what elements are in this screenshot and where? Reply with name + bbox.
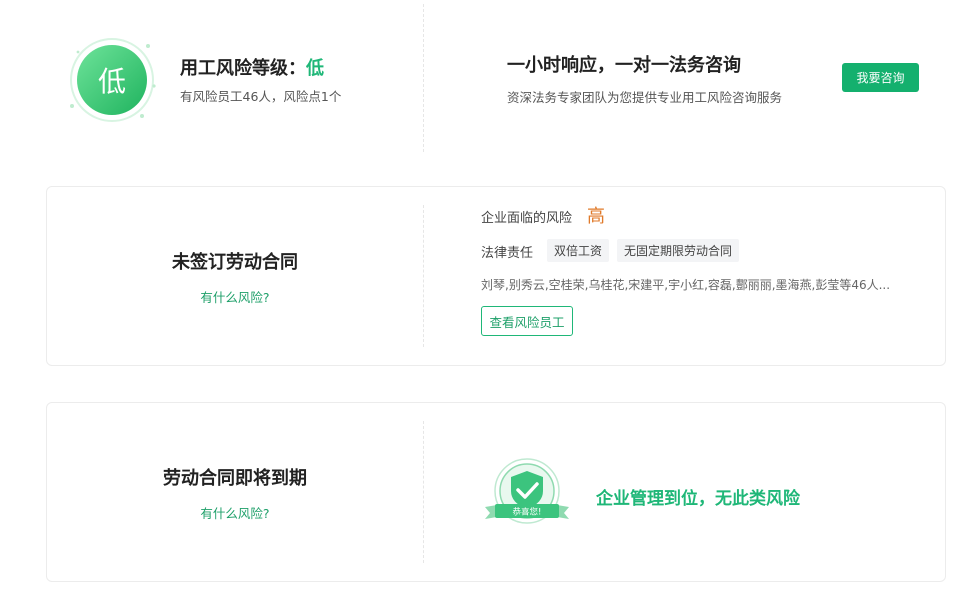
risk-level-badge: 低 — [62, 34, 162, 130]
consult-button[interactable]: 我要咨询 — [842, 63, 919, 92]
what-risk-link[interactable]: 有什么风险? — [47, 503, 423, 522]
risk-face-value: 高 — [587, 206, 605, 227]
risk-card-contract-expiring: 劳动合同即将到期 有什么风险? 恭喜您! 企业管理到位，无此类风险 — [46, 402, 946, 582]
risk-card-unsigned-contract: 未签订劳动合同 有什么风险? 企业面临的风险 高 法律责任 双倍工资 无固定期限… — [46, 186, 946, 366]
legal-liability-tags: 双倍工资 无固定期限劳动合同 — [547, 239, 740, 262]
consult-subtitle: 资深法务专家团队为您提供专业用工风险咨询服务 — [507, 90, 783, 105]
card-left: 劳动合同即将到期 有什么风险? — [47, 403, 423, 581]
no-risk-message: 企业管理到位，无此类风险 — [596, 489, 800, 509]
congrats-shield-icon: 恭喜您! — [485, 458, 569, 524]
risk-face-label: 企业面临的风险 — [481, 211, 573, 226]
card-title: 劳动合同即将到期 — [163, 468, 307, 489]
risk-level-title-prefix: 用工风险等级： — [180, 58, 306, 79]
what-risk-link[interactable]: 有什么风险? — [47, 287, 423, 306]
risk-summary: 低 用工风险等级：低 有风险员工46人，风险点1个 一小时响应，一对一法务咨询 … — [0, 0, 978, 160]
view-risk-employees-button[interactable]: 查看风险员工 — [481, 306, 573, 336]
congrats-ribbon-text: 恭喜您! — [513, 507, 542, 518]
risk-level-value: 低 — [306, 58, 324, 79]
risk-level-title: 用工风险等级：低 — [180, 54, 324, 80]
card-divider — [423, 205, 424, 347]
legal-liability-label: 法律责任 — [481, 246, 534, 261]
consult-title: 一小时响应，一对一法务咨询 — [507, 55, 741, 76]
summary-divider — [423, 4, 424, 152]
risk-employee-names: 刘琴,别秀云,空桂荣,乌桂花,宋建平,宇小红,容磊,酆丽丽,墨海燕,彭莹等46人… — [481, 278, 891, 292]
card-divider — [423, 421, 424, 563]
card-title: 未签订劳动合同 — [172, 252, 298, 273]
risk-level-badge-text: 低 — [97, 65, 126, 98]
legal-tag: 无固定期限劳动合同 — [617, 239, 740, 262]
card-left: 未签订劳动合同 有什么风险? — [47, 187, 423, 365]
risk-level-subtitle: 有风险员工46人，风险点1个 — [180, 89, 342, 104]
legal-tag: 双倍工资 — [547, 239, 610, 262]
